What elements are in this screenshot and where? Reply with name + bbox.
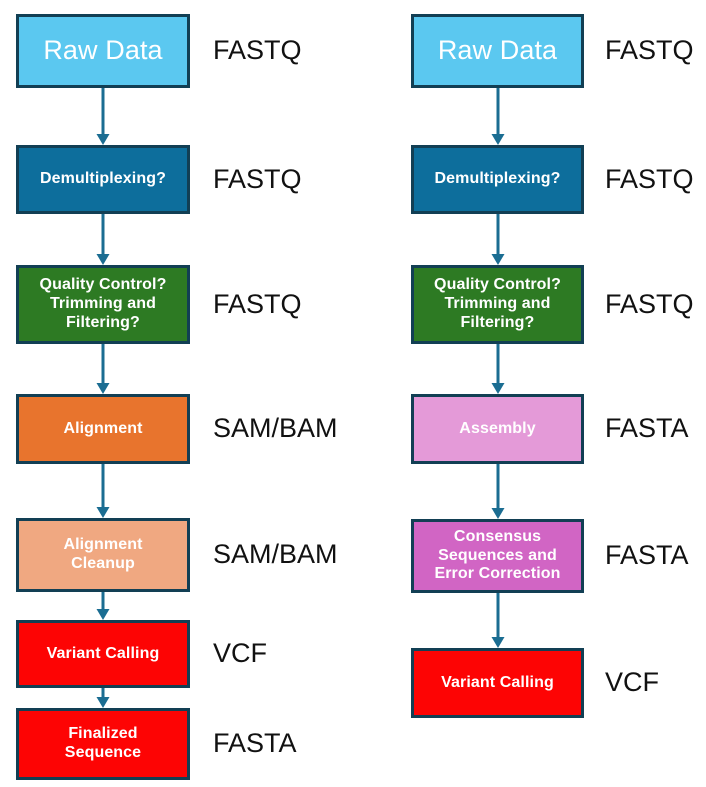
node-label-quality-control-right: Quality Control? Trimming and Filtering? (434, 276, 561, 331)
connector-consensus-to-variant-calling (491, 593, 505, 648)
arrowhead (96, 609, 110, 620)
connector-cleanup-to-variant-calling (96, 592, 110, 620)
arrowhead (96, 134, 110, 145)
node-assembly[interactable]: Assembly (411, 394, 584, 464)
node-raw-data-left[interactable]: Raw Data (16, 14, 190, 88)
node-alignment-cleanup[interactable]: Alignment Cleanup (16, 518, 190, 592)
format-label-variant-calling-right: VCF (605, 667, 659, 697)
format-label-variant-calling-left: VCF (213, 638, 267, 668)
arrowhead (96, 697, 110, 708)
format-label-demultiplexing-left: FASTQ (213, 163, 302, 194)
connector-demultiplexing-to-qc-right (491, 214, 505, 265)
node-label-alignment: Alignment (63, 419, 143, 437)
node-label-assembly: Assembly (459, 419, 536, 437)
arrowhead (491, 637, 505, 648)
connector-alignment-to-cleanup (96, 464, 110, 518)
format-label-consensus-sequences: FASTA (605, 540, 689, 570)
connector-raw-data-to-demultiplexing-left (96, 88, 110, 145)
arrowhead (96, 383, 110, 394)
node-finalized-sequence[interactable]: Finalized Sequence (16, 708, 190, 780)
format-label-quality-control-right: FASTQ (605, 288, 694, 319)
format-label-raw-data-left: FASTQ (213, 35, 302, 65)
node-consensus-sequences[interactable]: Consensus Sequences and Error Correction (411, 519, 584, 593)
arrowhead (491, 508, 505, 519)
connector-assembly-to-consensus (491, 464, 505, 519)
format-label-raw-data-right: FASTQ (605, 35, 694, 65)
node-label-variant-calling-left: Variant Calling (46, 644, 160, 662)
node-variant-calling-left[interactable]: Variant Calling (16, 620, 190, 688)
node-quality-control-left[interactable]: Quality Control? Trimming and Filtering? (16, 265, 190, 344)
arrowhead (491, 134, 505, 145)
arrowhead (96, 254, 110, 265)
connector-raw-data-to-demultiplexing-right (491, 88, 505, 145)
format-label-assembly: FASTA (605, 413, 689, 443)
node-variant-calling-right[interactable]: Variant Calling (411, 648, 584, 718)
node-label-consensus-sequences: Consensus Sequences and Error Correction (434, 527, 561, 583)
node-label-finalized-sequence: Finalized Sequence (64, 725, 142, 761)
connector-demultiplexing-to-qc-left (96, 214, 110, 265)
connector-variant-calling-to-finalized-sequence (96, 688, 110, 708)
node-label-demultiplexing-right: Demultiplexing? (434, 170, 561, 188)
node-label-variant-calling-right: Variant Calling (441, 673, 554, 691)
node-quality-control-right[interactable]: Quality Control? Trimming and Filtering? (411, 265, 584, 344)
format-label-alignment: SAM/BAM (213, 413, 338, 443)
connector-qc-to-assembly (491, 344, 505, 394)
node-label-demultiplexing-left: Demultiplexing? (40, 170, 166, 188)
format-label-demultiplexing-right: FASTQ (605, 163, 694, 194)
format-label-quality-control-left: FASTQ (213, 288, 302, 319)
format-label-alignment-cleanup: SAM/BAM (213, 539, 338, 569)
workflow-diagram: Raw Data FASTQ Demultiplexing? FASTQ Quality… (0, 0, 706, 787)
arrowhead (491, 254, 505, 265)
node-raw-data-right[interactable]: Raw Data (411, 14, 584, 88)
node-demultiplexing-right[interactable]: Demultiplexing? (411, 145, 584, 214)
arrowhead (96, 507, 110, 518)
node-label-raw-data-right: Raw Data (437, 35, 558, 66)
arrowhead (491, 383, 505, 394)
node-label-quality-control-left: Quality Control? Trimming and Filtering? (39, 276, 167, 331)
connector-qc-to-alignment (96, 344, 110, 394)
node-alignment[interactable]: Alignment (16, 394, 190, 464)
node-label-alignment-cleanup: Alignment Cleanup (63, 536, 143, 572)
format-label-finalized-sequence: FASTA (213, 728, 297, 758)
node-demultiplexing-left[interactable]: Demultiplexing? (16, 145, 190, 214)
node-label-raw-data-left: Raw Data (43, 35, 163, 66)
